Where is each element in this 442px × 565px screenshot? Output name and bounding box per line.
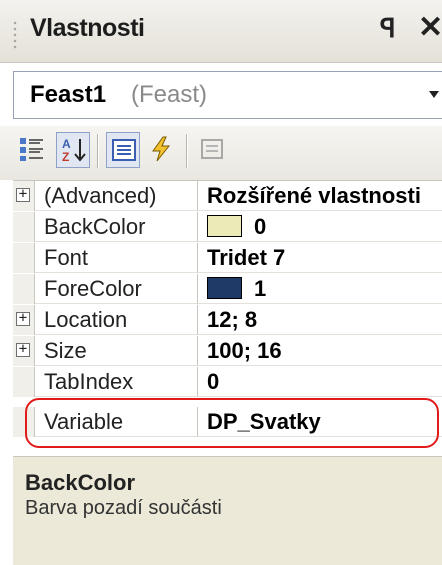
selected-object-name: Feast1 — [30, 81, 107, 108]
close-icon[interactable]: ✕ — [418, 10, 442, 45]
events-lightning-icon — [152, 136, 171, 162]
expand-plus-icon[interactable]: + — [16, 311, 30, 326]
property-name: TabIndex — [35, 367, 198, 397]
property-value[interactable]: Tridet 7 — [198, 243, 442, 273]
dropdown-arrow-icon[interactable] — [429, 91, 439, 98]
alphabetical-sort-icon: A Z — [62, 137, 86, 164]
property-name: Location — [35, 305, 198, 335]
highlight-annotation-ring — [25, 398, 439, 448]
property-value: 0 — [254, 214, 267, 239]
property-value-cell[interactable]: 0 — [198, 212, 442, 242]
property-row-backcolor[interactable]: BackColor 0 — [13, 212, 442, 242]
property-value[interactable]: 12; 8 — [198, 305, 442, 335]
property-value-cell[interactable]: 1 — [198, 274, 442, 304]
drag-grip-icon[interactable] — [12, 20, 18, 50]
property-name: Font — [35, 243, 198, 273]
categorized-button[interactable] — [15, 132, 49, 168]
property-value[interactable]: Rozšířené vlastnosti — [198, 181, 442, 211]
panel-title: Vlastnosti — [30, 14, 145, 42]
property-name: BackColor — [35, 212, 198, 242]
property-name: ForeColor — [35, 274, 198, 304]
property-value[interactable]: 100; 16 — [198, 336, 442, 366]
alphabetical-button[interactable]: A Z — [56, 132, 90, 168]
property-row-tabindex[interactable]: TabIndex 0 — [13, 367, 442, 397]
properties-toolbar: A Z — [0, 126, 442, 180]
categorized-icon — [20, 138, 43, 161]
description-pane: BackColor Barva pozadí součásti — [13, 456, 442, 565]
color-swatch — [207, 215, 242, 238]
panel-titlebar: Vlastnosti ꟼ ✕ — [0, 0, 442, 63]
property-name: (Advanced) — [35, 181, 198, 211]
property-row-location[interactable]: + Location 12; 8 — [13, 305, 442, 335]
property-pages-button[interactable] — [195, 132, 229, 168]
property-row-advanced[interactable]: + (Advanced) Rozšířené vlastnosti — [13, 181, 442, 211]
description-text: Barva pozadí součásti — [25, 497, 222, 519]
property-row-size[interactable]: + Size 100; 16 — [13, 336, 442, 366]
property-value[interactable]: 0 — [198, 367, 442, 397]
svg-text:Z: Z — [62, 150, 69, 164]
color-swatch — [207, 277, 242, 300]
object-selector-dropdown[interactable]: Feast1 (Feast) — [13, 71, 442, 119]
property-row-font[interactable]: Font Tridet 7 — [13, 243, 442, 273]
properties-icon — [112, 139, 136, 161]
selected-object-type: (Feast) — [131, 81, 208, 108]
property-value: 1 — [254, 276, 267, 301]
property-name: Size — [35, 336, 198, 366]
properties-button[interactable] — [106, 132, 140, 168]
svg-text:A: A — [62, 137, 71, 151]
property-pages-icon — [201, 139, 223, 159]
events-button[interactable] — [144, 132, 178, 168]
expand-plus-icon[interactable]: + — [16, 187, 30, 202]
property-row-forecolor[interactable]: ForeColor 1 — [13, 274, 442, 304]
expand-plus-icon[interactable]: + — [16, 342, 30, 357]
description-title: BackColor — [25, 470, 136, 495]
pin-icon[interactable]: ꟼ — [380, 13, 396, 44]
